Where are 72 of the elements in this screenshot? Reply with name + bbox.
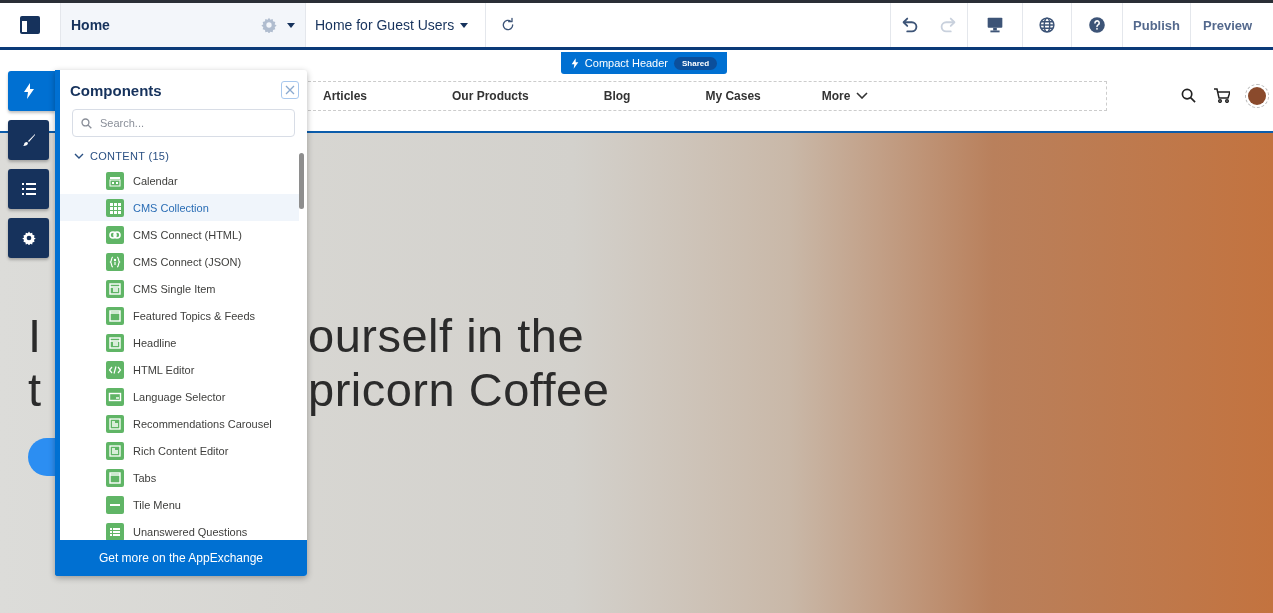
layout-icon[interactable] bbox=[20, 16, 40, 34]
panel-title: Components bbox=[70, 81, 162, 99]
component-icon bbox=[106, 414, 124, 433]
components-tab[interactable] bbox=[8, 71, 55, 111]
preview-button[interactable]: Preview bbox=[1203, 17, 1253, 33]
nav-link[interactable]: More bbox=[821, 88, 869, 103]
component-icon bbox=[106, 333, 124, 352]
nav-link[interactable]: My Cases bbox=[705, 88, 761, 103]
close-icon bbox=[285, 85, 295, 95]
component-item[interactable]: Unanswered Questions bbox=[60, 518, 299, 540]
settings-icon bbox=[21, 231, 36, 245]
headline-text: I bbox=[28, 309, 42, 363]
component-icon bbox=[106, 225, 124, 244]
caret-icon[interactable] bbox=[287, 22, 295, 28]
headline-text: pricorn Coffee bbox=[308, 363, 610, 417]
search-icon bbox=[81, 117, 92, 129]
appexchange-link[interactable]: Get more on the AppExchange bbox=[55, 540, 307, 576]
page-variant-dropdown[interactable]: Home for Guest Users bbox=[315, 17, 469, 33]
refresh-icon[interactable] bbox=[500, 17, 516, 33]
component-item[interactable]: HTML Editor bbox=[60, 356, 299, 383]
lightning-icon bbox=[22, 83, 35, 99]
component-badge[interactable]: Compact Header Shared bbox=[561, 52, 727, 74]
page-name: Home bbox=[71, 17, 111, 33]
scrollbar[interactable] bbox=[299, 153, 304, 209]
component-item[interactable]: Tile Menu bbox=[60, 491, 299, 518]
settings-tab[interactable] bbox=[8, 218, 49, 258]
cart-icon[interactable] bbox=[1214, 88, 1230, 103]
search-field[interactable]: Search... bbox=[72, 109, 295, 137]
component-icon bbox=[106, 468, 124, 487]
component-item[interactable]: CMS Connect (HTML) bbox=[60, 221, 299, 248]
help-icon[interactable] bbox=[1086, 14, 1108, 36]
component-icon bbox=[106, 360, 124, 379]
component-icon bbox=[106, 198, 124, 217]
caret-icon bbox=[460, 22, 469, 28]
chevron-down-icon bbox=[74, 153, 84, 159]
nav-link[interactable]: Articles bbox=[323, 88, 368, 103]
component-icon bbox=[106, 522, 124, 540]
component-item[interactable]: Recommendations Carousel bbox=[60, 410, 299, 437]
brush-icon bbox=[21, 133, 36, 147]
component-item[interactable]: Language Selector bbox=[60, 383, 299, 410]
component-item[interactable]: CMS Connect (JSON) bbox=[60, 248, 299, 275]
list-icon bbox=[21, 183, 36, 195]
component-item[interactable]: Headline bbox=[60, 329, 299, 356]
component-item[interactable]: Tabs bbox=[60, 464, 299, 491]
component-item[interactable]: Rich Content Editor bbox=[60, 437, 299, 464]
component-icon bbox=[106, 387, 124, 406]
badge-label: Compact Header bbox=[584, 57, 668, 69]
headline-text: ourself in the bbox=[308, 309, 585, 363]
search-icon[interactable] bbox=[1181, 88, 1196, 103]
component-item[interactable]: Featured Topics & Feeds bbox=[60, 302, 299, 329]
component-item[interactable]: CMS Single Item bbox=[60, 275, 299, 302]
component-item[interactable]: Calendar bbox=[60, 167, 299, 194]
component-item[interactable]: CMS Collection bbox=[60, 194, 299, 221]
nav-link[interactable]: Blog bbox=[603, 88, 631, 103]
component-icon bbox=[106, 171, 124, 190]
component-icon bbox=[106, 495, 124, 514]
theme-tab[interactable] bbox=[8, 120, 49, 160]
component-icon bbox=[106, 306, 124, 325]
nav-link[interactable]: Our Products bbox=[452, 88, 529, 103]
content-group-header[interactable]: CONTENT (15) bbox=[60, 145, 170, 167]
page-selector[interactable]: Home bbox=[61, 3, 306, 47]
pages-tab[interactable] bbox=[8, 169, 49, 209]
hero-button[interactable] bbox=[28, 438, 55, 476]
component-icon bbox=[106, 279, 124, 298]
component-icon bbox=[106, 441, 124, 460]
component-icon bbox=[106, 252, 124, 271]
headline-text: t bbox=[28, 363, 42, 417]
chevron-down-icon bbox=[856, 92, 869, 99]
avatar[interactable] bbox=[1248, 86, 1266, 105]
shared-tag: Shared bbox=[674, 56, 718, 70]
publish-button[interactable]: Publish bbox=[1133, 17, 1180, 33]
lightning-icon bbox=[570, 57, 579, 69]
